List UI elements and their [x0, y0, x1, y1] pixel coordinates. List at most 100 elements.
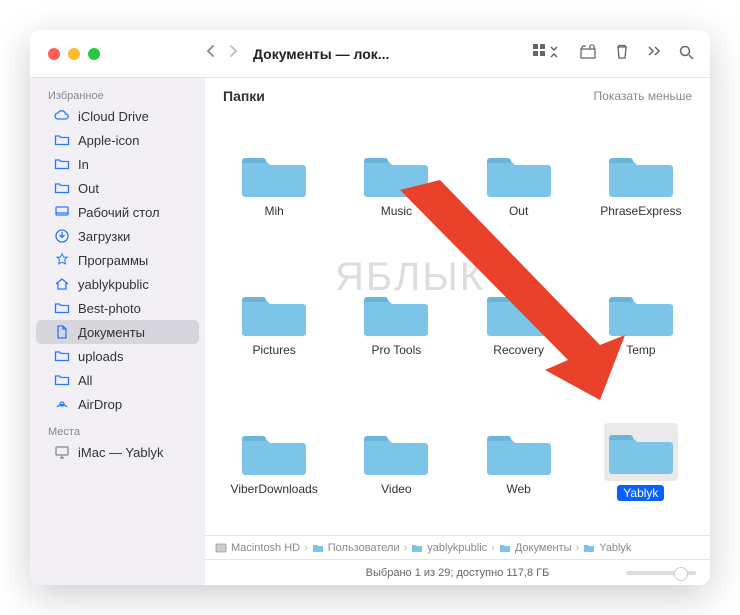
folder-grid: Mih Music Out PhraseExpress Pictures Pro Tool…	[205, 108, 710, 535]
sidebar-item[interactable]: yablykpublic	[36, 272, 199, 296]
folder-icon	[486, 428, 552, 478]
folder-label: Music	[381, 204, 412, 218]
folder-item[interactable]: Web	[458, 392, 580, 531]
sidebar-item-label: AirDrop	[78, 397, 122, 412]
folder-item[interactable]: Yablyk	[580, 392, 702, 531]
sidebar: Избранное iCloud Drive Apple-icon In Out Раб…	[30, 78, 205, 585]
sidebar-section-favorites: Избранное	[30, 86, 205, 104]
home-icon	[54, 276, 70, 292]
folder-item[interactable]: Pictures	[213, 253, 335, 392]
nav-buttons	[205, 44, 239, 63]
trash-icon[interactable]	[615, 44, 629, 63]
back-button[interactable]	[205, 44, 215, 63]
sidebar-item-label: Документы	[78, 325, 145, 340]
sidebar-item[interactable]: AirDrop	[36, 392, 199, 416]
sidebar-item-label: All	[78, 373, 92, 388]
folder-label: Pictures	[252, 343, 295, 357]
folder-label: Pro Tools	[371, 343, 421, 357]
sidebar-item[interactable]: Документы	[36, 320, 199, 344]
folder-icon	[54, 180, 70, 196]
more-icon[interactable]	[647, 46, 661, 61]
sidebar-item-label: Best-photo	[78, 301, 141, 316]
minimize-button[interactable]	[68, 48, 80, 60]
path-segment[interactable]: Yablyk	[583, 542, 631, 554]
folder-item[interactable]: ViberDownloads	[213, 392, 335, 531]
documents-icon	[54, 324, 70, 340]
folder-label: Temp	[626, 343, 655, 357]
folder-item[interactable]: Recovery	[458, 253, 580, 392]
folder-icon	[241, 289, 307, 339]
zoom-button[interactable]	[88, 48, 100, 60]
apps-icon	[54, 252, 70, 268]
forward-button[interactable]	[229, 44, 239, 63]
sidebar-item-label: uploads	[78, 349, 124, 364]
view-icon-grid[interactable]	[533, 44, 561, 63]
sidebar-section-locations: Места	[30, 422, 205, 440]
sidebar-item-label: yablykpublic	[78, 277, 149, 292]
folder-icon	[54, 132, 70, 148]
path-bar[interactable]: Macintosh HD›Пользователи›yablykpublic›Д…	[205, 535, 710, 559]
folder-item[interactable]: Temp	[580, 253, 702, 392]
downloads-icon	[54, 228, 70, 244]
airdrop-icon	[54, 396, 70, 412]
show-less-button[interactable]: Показать меньше	[594, 89, 692, 103]
sidebar-item[interactable]: uploads	[36, 344, 199, 368]
sidebar-item-label: Загрузки	[78, 229, 130, 244]
folder-icon	[54, 372, 70, 388]
folder-label: Yablyk	[617, 485, 664, 501]
status-bar: Выбрано 1 из 29; доступно 117,8 ГБ	[205, 559, 710, 585]
close-button[interactable]	[48, 48, 60, 60]
zoom-slider[interactable]	[626, 571, 696, 575]
sidebar-item-label: Out	[78, 181, 99, 196]
sidebar-item[interactable]: iCloud Drive	[36, 104, 199, 128]
folder-item[interactable]: Music	[335, 114, 457, 253]
sidebar-item[interactable]: Out	[36, 176, 199, 200]
folder-label: ViberDownloads	[231, 482, 318, 496]
folder-label: Mih	[264, 204, 283, 218]
path-segment[interactable]: yablykpublic	[411, 542, 487, 554]
sidebar-item-label: iCloud Drive	[78, 109, 149, 124]
desktop-icon	[54, 204, 70, 220]
folder-item[interactable]: PhraseExpress	[580, 114, 702, 253]
folder-icon	[54, 156, 70, 172]
sidebar-item[interactable]: Apple-icon	[36, 128, 199, 152]
finder-window: Документы — лок... ⋯	[30, 30, 710, 585]
folder-icon	[241, 428, 307, 478]
folder-item[interactable]: Out	[458, 114, 580, 253]
sidebar-item-label: In	[78, 157, 89, 172]
path-segment[interactable]: Документы	[499, 542, 572, 554]
sidebar-item[interactable]: Рабочий стол	[36, 200, 199, 224]
sidebar-item[interactable]: Программы	[36, 248, 199, 272]
sidebar-item[interactable]: Загрузки	[36, 224, 199, 248]
path-segment[interactable]: Macintosh HD	[215, 542, 300, 554]
sidebar-item-label: Apple-icon	[78, 133, 139, 148]
search-icon[interactable]	[679, 45, 694, 63]
folder-item[interactable]: Mih	[213, 114, 335, 253]
folder-icon	[241, 150, 307, 200]
folders-heading: Папки	[223, 88, 265, 104]
share-icon[interactable]: ⋯	[579, 44, 597, 63]
folder-label: PhraseExpress	[600, 204, 681, 218]
folder-label: Web	[506, 482, 530, 496]
computer-icon	[54, 444, 70, 460]
window-title: Документы — лок...	[253, 46, 389, 62]
sidebar-item[interactable]: In	[36, 152, 199, 176]
svg-text:⋯: ⋯	[590, 45, 594, 50]
folder-icon	[486, 150, 552, 200]
sidebar-location-item[interactable]: iMac — Yablyk	[36, 440, 199, 464]
sidebar-item-label: Рабочий стол	[78, 205, 160, 220]
titlebar: Документы — лок... ⋯	[30, 30, 710, 78]
folder-item[interactable]: Pro Tools	[335, 253, 457, 392]
cloud-icon	[54, 108, 70, 124]
path-segment[interactable]: Пользователи	[312, 542, 400, 554]
content-area: Папки Показать меньше Mih Music Out PhraseE…	[205, 78, 710, 585]
folder-item[interactable]: Video	[335, 392, 457, 531]
sidebar-item[interactable]: Best-photo	[36, 296, 199, 320]
folder-icon	[608, 150, 674, 200]
folder-label: Recovery	[493, 343, 544, 357]
folder-label: Out	[509, 204, 528, 218]
sidebar-item[interactable]: All	[36, 368, 199, 392]
folder-icon	[54, 300, 70, 316]
toolbar-right: ⋯	[533, 44, 710, 63]
folder-icon	[363, 150, 429, 200]
